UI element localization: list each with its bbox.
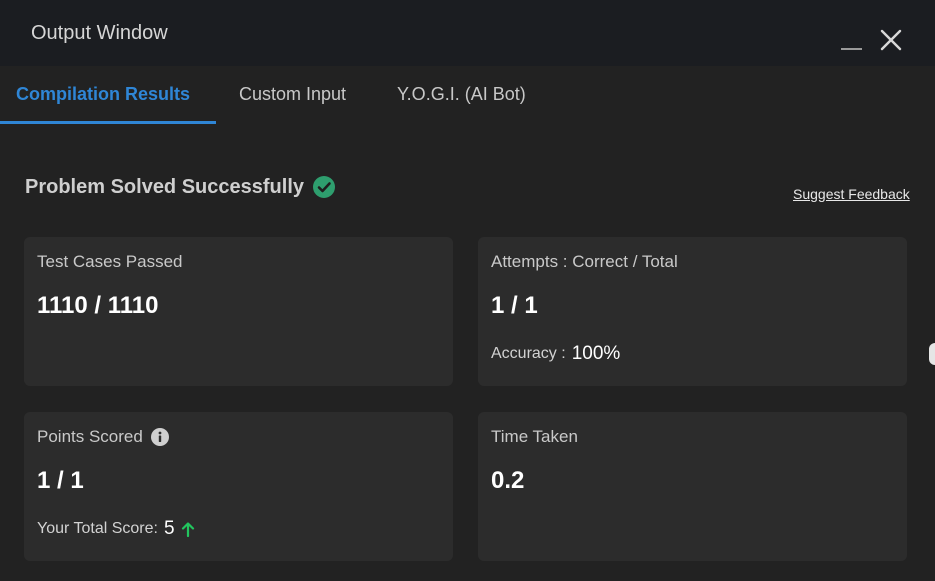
test-cases-label: Test Cases Passed [37,252,183,271]
close-icon[interactable] [879,28,903,52]
attempts-value: 1 / 1 [491,292,538,319]
output-tabs: Compilation Results Custom Input Y.O.G.I… [0,66,935,124]
tab-custom-input[interactable]: Custom Input [239,84,346,105]
arrow-up-icon [181,522,194,537]
test-cases-card: Test Cases Passed 1110 / 1110 [24,237,453,386]
time-card: Time Taken 0.2 [478,412,907,561]
points-value: 1 / 1 [37,467,84,494]
total-score-label: Your Total Score: [37,520,158,537]
points-card: Points Scored 1 / 1 Your Total Score: 5 [24,412,453,561]
attempts-label: Attempts : Correct / Total [491,252,678,271]
accuracy-value: 100% [571,343,621,364]
points-label-row: Points Scored [37,427,169,447]
minimize-icon[interactable] [839,30,863,52]
tab-yogi-ai-bot[interactable]: Y.O.G.I. (AI Bot) [397,84,526,105]
check-circle-icon [313,176,335,198]
time-label: Time Taken [491,427,578,446]
window-title: Output Window [31,22,168,44]
status-title: Problem Solved Successfully [25,175,304,198]
total-score-value: 5 [163,518,175,539]
accuracy-label: Accuracy : [491,345,566,362]
attempts-card: Attempts : Correct / Total 1 / 1 Accurac… [478,237,907,386]
info-icon[interactable] [150,428,169,446]
window-titlebar: Output Window [0,0,935,66]
active-tab-indicator [0,121,216,124]
time-value: 0.2 [491,467,525,494]
suggest-feedback-link[interactable]: Suggest Feedback [793,186,910,202]
points-label: Points Scored [37,427,143,446]
test-cases-value: 1110 / 1110 [37,292,159,319]
total-score-row: Your Total Score: 5 [37,518,195,540]
accuracy-row: Accuracy : 100% [491,343,620,365]
scroll-handle[interactable] [929,343,935,365]
tab-compilation-results[interactable]: Compilation Results [16,84,190,105]
result-status: Problem Solved Successfully [25,172,335,202]
